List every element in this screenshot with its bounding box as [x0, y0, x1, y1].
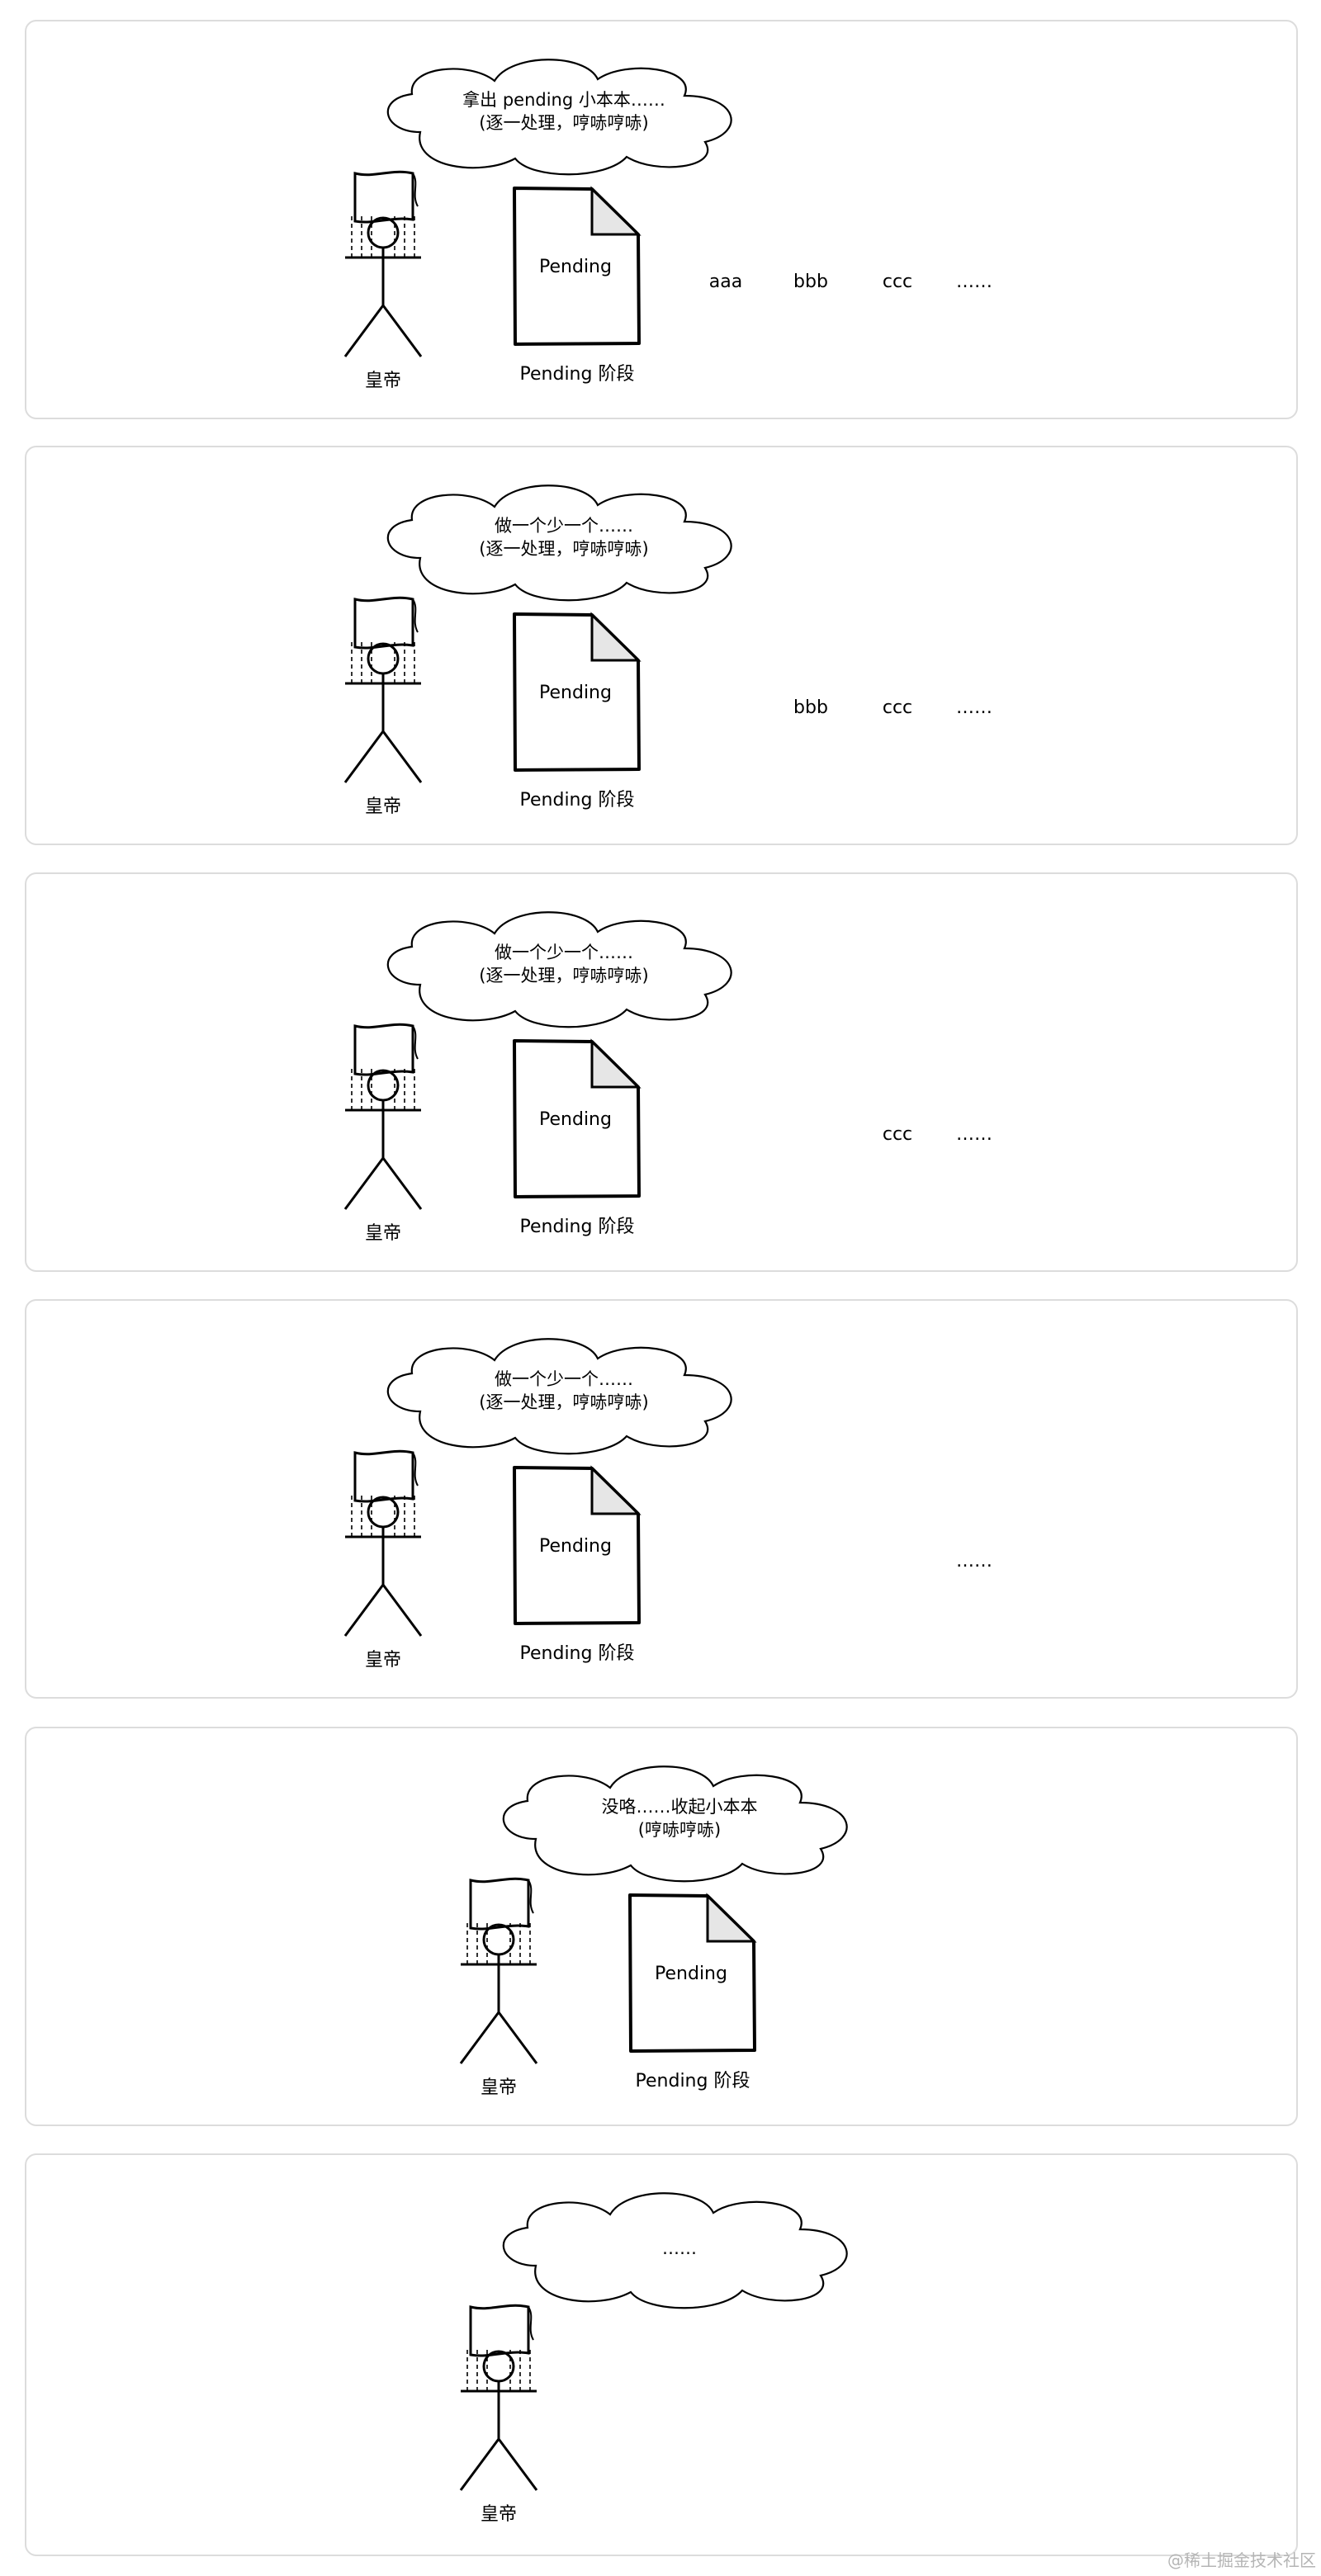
cloud-text: 做一个少一个…… — [495, 516, 633, 536]
queue-item: ccc — [883, 1124, 912, 1145]
hat-icon — [469, 2304, 530, 2357]
queue-item: aaa — [709, 272, 742, 292]
stage-label: Pending 阶段 — [520, 1217, 635, 1237]
pending-document: Pending Pending 阶段 — [628, 1893, 757, 2092]
head — [367, 642, 400, 675]
document-title: Pending — [539, 1109, 612, 1130]
cloud-text: (逐一处理，哼哧哼哧) — [479, 1392, 648, 1412]
emperor-figure: 皇帝 — [459, 2304, 538, 2525]
head — [367, 1496, 400, 1529]
folded-corner — [590, 612, 642, 662]
cloud-text: 拿出 pending 小本本…… — [462, 90, 665, 110]
stage-label: Pending 阶段 — [636, 2071, 750, 2092]
story-panel: 做一个少一个…… (逐一处理，哼哧哼哧) 皇帝 Pending Pending 阶段 bb… — [25, 446, 1298, 845]
folded-corner — [590, 1038, 642, 1089]
queue-item: ccc — [883, 272, 912, 292]
emperor-label: 皇帝 — [365, 796, 401, 817]
cloud-text: (逐一处理，哼哧哼哧) — [479, 113, 648, 133]
queue-item: …… — [956, 1124, 992, 1145]
story-panel: 做一个少一个…… (逐一处理，哼哧哼哧) 皇帝 Pending Pending 阶段 …… — [25, 1299, 1298, 1699]
cloud-text: (哼哧哼哧) — [638, 1820, 721, 1840]
document-title: Pending — [539, 1536, 612, 1557]
hat-icon — [353, 1023, 414, 1076]
queue-item: bbb — [793, 272, 828, 292]
emperor-figure: 皇帝 — [343, 596, 423, 817]
hat-icon — [469, 1877, 530, 1931]
emperor-label: 皇帝 — [481, 2504, 517, 2525]
queue-item: …… — [956, 272, 992, 292]
stage-label: Pending 阶段 — [520, 790, 635, 811]
emperor-figure: 皇帝 — [343, 170, 423, 391]
emperor-label: 皇帝 — [365, 371, 401, 391]
cloud-text: …… — [662, 2238, 697, 2258]
queue-item: bbb — [793, 697, 828, 718]
pending-document: Pending Pending 阶段 — [513, 186, 642, 385]
queue-item: …… — [956, 1551, 992, 1572]
document-title: Pending — [655, 1964, 727, 1984]
emperor-label: 皇帝 — [481, 2077, 517, 2098]
cloud-text: 没咯……收起小本本 — [602, 1797, 758, 1817]
head — [482, 1923, 515, 1956]
watermark: @稀土掘金技术社区 — [1167, 2550, 1316, 2570]
folded-corner — [706, 1893, 757, 1943]
folded-corner — [590, 1465, 642, 1515]
hat-icon — [353, 170, 414, 224]
emperor-figure: 皇帝 — [459, 1877, 538, 2098]
panel-illustration: 没咯……收起小本本 (哼哧哼哧) 皇帝 Pending Pending 阶段 — [459, 1765, 848, 2098]
head — [367, 216, 400, 249]
emperor-label: 皇帝 — [365, 1650, 401, 1671]
queue-item: …… — [956, 697, 992, 718]
folded-corner — [590, 186, 642, 236]
cloud-text: (逐一处理，哼哧哼哧) — [479, 966, 648, 985]
cloud-text: 做一个少一个…… — [495, 943, 633, 962]
emperor-figure: 皇帝 — [343, 1449, 423, 1671]
cloud-text: 做一个少一个…… — [495, 1369, 633, 1389]
pending-document: Pending Pending 阶段 — [513, 1465, 642, 1664]
document-title: Pending — [539, 683, 612, 703]
story-panel: …… 皇帝 — [25, 2153, 1298, 2556]
panel-illustration: 做一个少一个…… (逐一处理，哼哧哼哧) 皇帝 Pending Pending 阶段 …… — [343, 1338, 992, 1671]
hat-icon — [353, 1449, 414, 1503]
stage-label: Pending 阶段 — [520, 364, 635, 385]
panel-illustration: 拿出 pending 小本本……(逐一处理，哼哧哼哧)皇帝PendingPend… — [343, 59, 992, 391]
pending-document: Pending Pending 阶段 — [513, 612, 642, 811]
queue-item: ccc — [883, 697, 912, 718]
emperor-figure: 皇帝 — [343, 1023, 423, 1244]
story-panel: 拿出 pending 小本本…… (逐一处理，哼哧哼哧) 皇帝 Pending Pend… — [25, 20, 1298, 419]
cloud-text: (逐一处理，哼哧哼哧) — [479, 539, 648, 559]
pending-document: Pending Pending 阶段 — [513, 1038, 642, 1237]
story-panel: 做一个少一个…… (逐一处理，哼哧哼哧) 皇帝 Pending Pending 阶段 cc… — [25, 872, 1298, 1272]
document-title: Pending — [539, 257, 612, 277]
panel-illustration: …… 皇帝 — [459, 2192, 848, 2525]
emperor-label: 皇帝 — [365, 1223, 401, 1244]
hat-icon — [353, 596, 414, 650]
stage-label: Pending 阶段 — [520, 1643, 635, 1664]
story-panel: 没咯……收起小本本 (哼哧哼哧) 皇帝 Pending Pending 阶段 — [25, 1727, 1298, 2126]
head — [482, 2350, 515, 2383]
panel-illustration: 做一个少一个…… (逐一处理，哼哧哼哧) 皇帝 Pending Pending 阶段 bb… — [343, 484, 992, 817]
head — [367, 1069, 400, 1102]
panel-illustration: 做一个少一个…… (逐一处理，哼哧哼哧) 皇帝 Pending Pending 阶段 cc… — [343, 911, 992, 1244]
